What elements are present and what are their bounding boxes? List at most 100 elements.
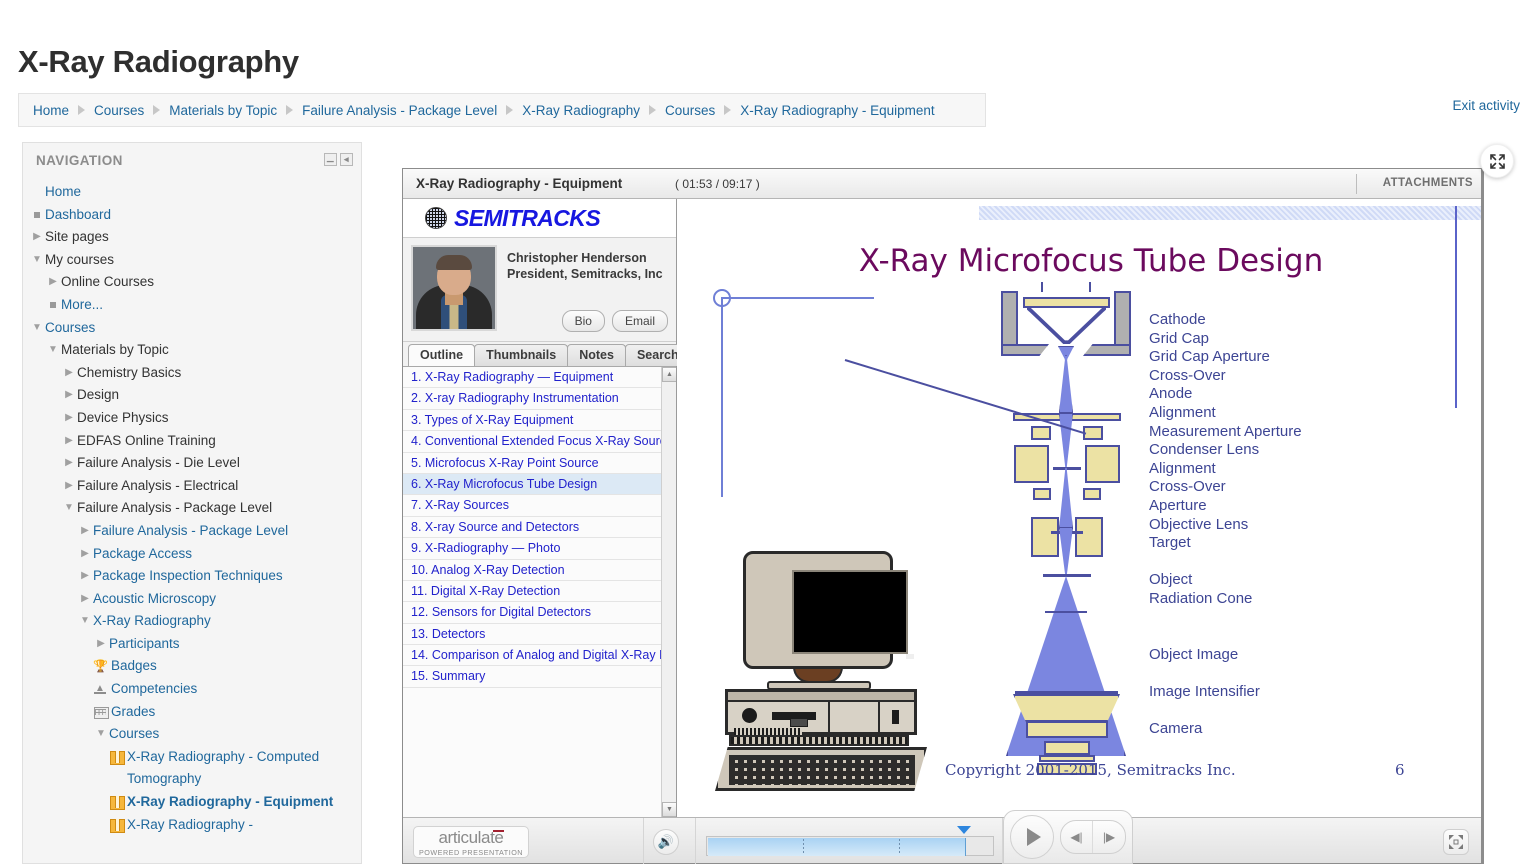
breadcrumb-item[interactable]: X-Ray Radiography xyxy=(522,103,640,118)
scroll-down-icon[interactable]: ▼ xyxy=(662,802,676,817)
collapse-arrow-icon[interactable] xyxy=(45,339,61,362)
tab-notes[interactable]: Notes xyxy=(567,344,626,366)
outline-scrollbar[interactable]: ▲ ▼ xyxy=(661,367,676,817)
step-forward-icon[interactable]: |▶ xyxy=(1093,821,1125,853)
nav-item-package-access[interactable]: Package Access xyxy=(23,543,361,566)
seek-progress xyxy=(708,838,966,856)
nav-item-dashboard[interactable]: Dashboard xyxy=(23,204,361,227)
nav-item-x-ray-radiography[interactable]: X-Ray Radiography xyxy=(23,610,361,633)
nav-item-label: Acoustic Microscopy xyxy=(93,590,217,606)
outline-item[interactable]: 3. Types of X-Ray Equipment xyxy=(403,410,661,432)
nav-item-badges[interactable]: Badges xyxy=(23,655,361,678)
computer-illustration xyxy=(715,551,957,791)
nav-item-participants[interactable]: Participants xyxy=(23,633,361,656)
nav-item-failure-analysis-package-level[interactable]: Failure Analysis - Package Level xyxy=(23,520,361,543)
expand-arrow-icon[interactable] xyxy=(61,362,77,385)
collapse-arrow-icon[interactable] xyxy=(61,497,77,520)
outline-item[interactable]: 10. Analog X-Ray Detection xyxy=(403,560,661,581)
nav-item-home[interactable]: Home xyxy=(23,181,361,204)
outline-item[interactable]: 7. X-Ray Sources xyxy=(403,495,661,517)
tab-outline[interactable]: Outline xyxy=(408,344,476,366)
camera-part xyxy=(1044,741,1090,755)
seek-track[interactable] xyxy=(706,836,994,856)
nav-item-package-inspection-techniques[interactable]: Package Inspection Techniques xyxy=(23,565,361,588)
slide-header-rule xyxy=(1455,206,1457,408)
page-root: X-Ray Radiography Home Courses Materials b… xyxy=(0,0,1536,864)
minus-icon[interactable]: ⚊ xyxy=(324,153,337,166)
outline-item[interactable]: 15. Summary xyxy=(403,666,661,688)
scorm-package-icon xyxy=(109,746,125,769)
breadcrumb-item[interactable]: Courses xyxy=(665,103,715,118)
presenter-name-role: Christopher Henderson President, Semitra… xyxy=(507,250,663,282)
transport-controls: ◀| |▶ xyxy=(1003,810,1133,864)
outline-item[interactable]: 5. Microfocus X-Ray Point Source xyxy=(403,453,661,474)
outline-item[interactable]: 4. Conventional Extended Focus X-Ray Sou… xyxy=(403,431,661,453)
nav-item-x-ray-radiography[interactable]: X-Ray Radiography - xyxy=(23,814,361,837)
seek-area[interactable] xyxy=(695,818,1003,864)
expand-arrow-icon[interactable] xyxy=(61,407,77,430)
outline-item[interactable]: 9. X-Radiography — Photo xyxy=(403,538,661,560)
collapse-arrow-icon[interactable] xyxy=(93,723,109,746)
nav-item-x-ray-radiography-computed-tomography[interactable]: X-Ray Radiography - Computed Tomography xyxy=(23,746,361,791)
attachments-tab[interactable]: ATTACHMENTS xyxy=(1383,177,1473,189)
slide-title: X-Ray Microfocus Tube Design xyxy=(858,243,1324,279)
expand-arrow-icon[interactable] xyxy=(77,543,93,566)
bullet-icon xyxy=(29,204,45,227)
nav-item-acoustic-microscopy[interactable]: Acoustic Microscopy xyxy=(23,588,361,611)
collapse-arrow-icon[interactable] xyxy=(29,317,45,340)
articulate-logo: articulate POWERED PRESENTATION xyxy=(413,826,529,858)
collapse-arrow-icon[interactable] xyxy=(29,249,45,272)
dock-left-icon[interactable]: ◂ xyxy=(340,153,353,166)
tab-thumbnails[interactable]: Thumbnails xyxy=(474,344,569,366)
nav-item-x-ray-radiography-equipment[interactable]: X-Ray Radiography - Equipment xyxy=(23,791,361,814)
expand-arrow-icon[interactable] xyxy=(77,588,93,611)
collapse-arrow-icon[interactable] xyxy=(77,610,93,633)
nav-item-grades[interactable]: Grades xyxy=(23,701,361,724)
volume-icon[interactable]: 🔊 xyxy=(653,829,679,855)
breadcrumb-item[interactable]: Materials by Topic xyxy=(169,103,277,118)
expand-arrow-icon[interactable] xyxy=(61,452,77,475)
fullscreen-icon[interactable] xyxy=(1443,829,1469,855)
nav-item-courses[interactable]: Courses xyxy=(23,723,361,746)
brand-logo: SEMITRACKS xyxy=(403,199,676,238)
expand-arrow-icon[interactable] xyxy=(29,226,45,249)
play-icon[interactable] xyxy=(1010,815,1054,859)
scroll-up-icon[interactable]: ▲ xyxy=(662,367,676,382)
bio-button[interactable]: Bio xyxy=(561,310,605,332)
breadcrumb-item[interactable]: Home xyxy=(33,103,69,118)
expand-arrow-icon[interactable] xyxy=(77,565,93,588)
copyright-text: Copyright 2001-2015, Semitracks Inc. xyxy=(945,761,1236,779)
expand-arrow-icon[interactable] xyxy=(45,271,61,294)
expand-arrow-icon[interactable] xyxy=(61,430,77,453)
outline-item[interactable]: 8. X-ray Source and Detectors xyxy=(403,517,661,539)
nav-item-courses[interactable]: Courses xyxy=(23,317,361,340)
outline-item[interactable]: 1. X-Ray Radiography — Equipment xyxy=(403,367,661,389)
outline-item[interactable]: 11. Digital X-Ray Detection xyxy=(403,581,661,603)
nav-item-site-pages: Site pages xyxy=(23,226,361,249)
step-back-icon[interactable]: ◀| xyxy=(1061,821,1093,853)
playhead-marker[interactable] xyxy=(957,826,971,834)
breadcrumb-item[interactable]: X-Ray Radiography - Equipment xyxy=(740,103,934,118)
outline-item[interactable]: 6. X-Ray Microfocus Tube Design xyxy=(403,473,661,496)
outline-item[interactable]: 12. Sensors for Digital Detectors xyxy=(403,602,661,624)
expand-arrow-icon[interactable] xyxy=(77,520,93,543)
expand-arrows-icon[interactable] xyxy=(1480,144,1514,178)
nav-item-failure-analysis-package-level: Failure Analysis - Package Level xyxy=(23,497,361,520)
corner-rule-horizontal xyxy=(721,297,874,299)
outline-item[interactable]: 13. Detectors xyxy=(403,624,661,646)
expand-arrow-icon[interactable] xyxy=(61,475,77,498)
email-button[interactable]: Email xyxy=(611,310,668,332)
nav-item-edfas-online-training: EDFAS Online Training xyxy=(23,430,361,453)
nav-item-device-physics: Device Physics xyxy=(23,407,361,430)
breadcrumb-item[interactable]: Courses xyxy=(94,103,144,118)
breadcrumb-item[interactable]: Failure Analysis - Package Level xyxy=(302,103,497,118)
outline-item[interactable]: 2. X-ray Radiography Instrumentation xyxy=(403,388,661,410)
expand-arrow-icon[interactable] xyxy=(61,384,77,407)
expand-arrow-icon[interactable] xyxy=(93,633,109,656)
nav-item-label: Dashboard xyxy=(45,206,112,222)
nav-item-competencies[interactable]: Competencies xyxy=(23,678,361,701)
nav-item-more[interactable]: More... xyxy=(23,294,361,317)
slide-number: 6 xyxy=(1395,761,1405,779)
exit-activity-link[interactable]: Exit activity xyxy=(1452,98,1520,113)
outline-item[interactable]: 14. Comparison of Analog and Digital X-R… xyxy=(403,645,661,667)
